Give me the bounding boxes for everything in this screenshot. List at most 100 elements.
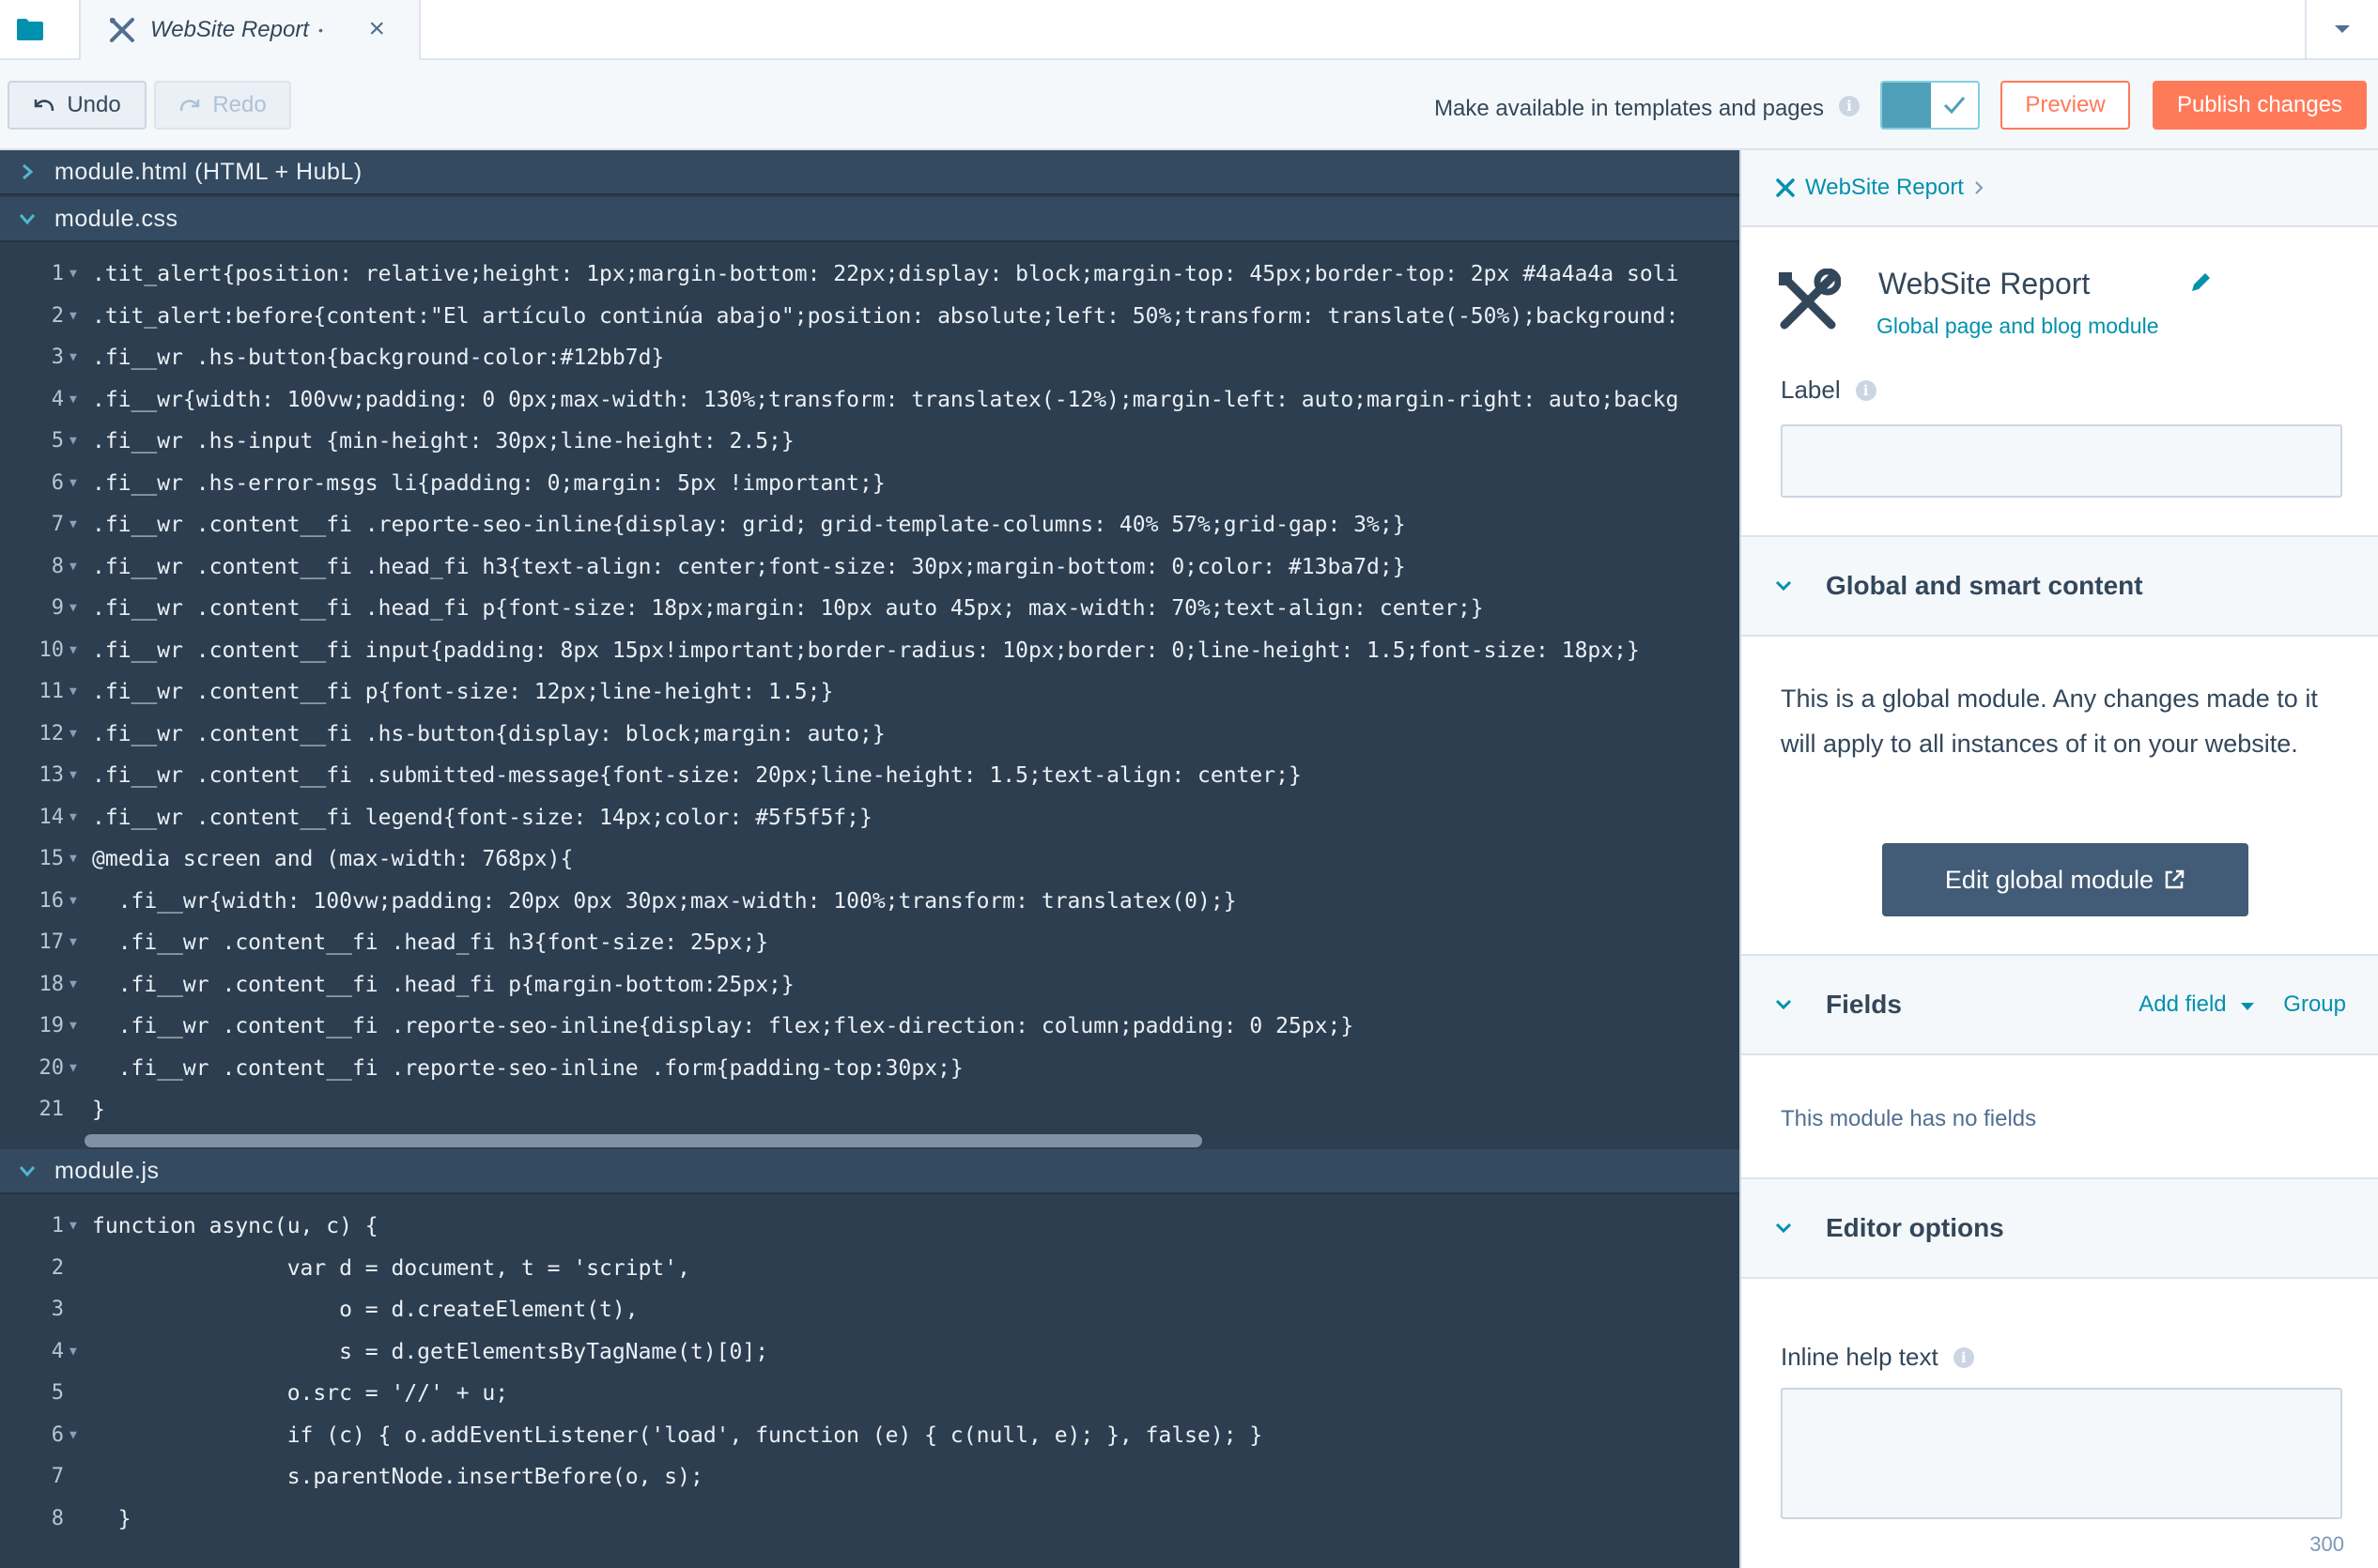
code-line: function async(u, c) { (92, 1214, 378, 1238)
line-number: 12 ▼ (0, 717, 85, 751)
line-number: 5 ▼ (0, 424, 85, 458)
redo-button[interactable]: Redo (154, 81, 291, 130)
js-code-area[interactable]: function async(u, c) { var d = document,… (85, 1200, 1739, 1568)
fold-arrow-icon[interactable]: ▼ (69, 675, 77, 709)
fold-arrow-icon[interactable]: ▼ (69, 717, 77, 751)
fold-arrow-icon[interactable]: ▼ (69, 383, 77, 417)
undo-button[interactable]: Undo (8, 81, 147, 130)
fold-arrow-icon[interactable]: ▼ (69, 884, 77, 918)
fold-arrow-icon[interactable]: ▼ (69, 424, 77, 458)
fold-arrow-icon[interactable]: ▼ (69, 1009, 77, 1043)
editor-options-section[interactable]: Editor options (1741, 1177, 2378, 1279)
fold-arrow-icon[interactable]: ▼ (69, 1419, 77, 1453)
fold-arrow-icon[interactable]: ▼ (69, 759, 77, 792)
code-line: o.src = '//' + u; (92, 1381, 509, 1406)
line-number: 6 ▼ (0, 1419, 85, 1453)
section-title: Fields (1826, 990, 1902, 1019)
fold-arrow-icon[interactable]: ▼ (69, 550, 77, 584)
code-line: .fi__wr{width: 100vw;padding: 20px 0px 3… (92, 888, 1237, 914)
code-line: .fi__wr .content__fi legend{font-size: 1… (92, 805, 872, 830)
inline-help-textarea[interactable] (1781, 1388, 2342, 1519)
edit-title-icon[interactable] (2188, 270, 2213, 300)
availability-toggle[interactable] (1880, 81, 1980, 130)
file-header-html[interactable]: module.html (HTML + HubL) (0, 150, 1739, 195)
module-title: WebSite Report (1878, 267, 2091, 300)
css-code-area[interactable]: .tit_alert{position: relative;height: 1p… (85, 248, 1739, 1149)
line-number: 8 (51, 1506, 64, 1530)
info-icon[interactable]: i (1855, 379, 1876, 401)
breadcrumb[interactable]: WebSite Report (1741, 150, 2378, 227)
code-line: .fi__wr .content__fi .reporte-seo-inline… (92, 513, 1406, 537)
line-number: 20 ▼ (0, 1052, 85, 1085)
code-line: var d = document, t = 'script', (92, 1255, 690, 1281)
line-number: 7 ▼ (0, 508, 85, 542)
character-count: 300 (2309, 1532, 2344, 1556)
fold-arrow-icon[interactable]: ▼ (69, 592, 77, 625)
file-header-css[interactable]: module.css (0, 197, 1739, 242)
external-link-icon (2165, 869, 2185, 889)
horizontal-scrollbar[interactable] (85, 1134, 1202, 1147)
fold-arrow-icon[interactable]: ▼ (69, 842, 77, 876)
code-line: .fi__wr .content__fi .head_fi h3{text-al… (92, 554, 1406, 579)
js-code-block[interactable]: 1 ▼ 2 3 4 ▼ 5 6 ▼ 7 8 function async(u, c) { var d… (0, 1200, 1739, 1568)
tab-title: WebSite Report (150, 17, 309, 42)
chevron-right-icon (0, 163, 54, 180)
fields-section[interactable]: Fields Add field Group (1741, 954, 2378, 1055)
section-title: Editor options (1826, 1213, 2004, 1242)
fold-arrow-icon[interactable]: ▼ (69, 801, 77, 835)
line-number: 13 ▼ (0, 759, 85, 792)
code-line: .fi__wr .hs-error-msgs li{padding: 0;mar… (92, 470, 886, 496)
no-fields-message: This module has no fields (1781, 1106, 2037, 1131)
fold-arrow-icon[interactable]: ▼ (69, 467, 77, 500)
caret-down-icon (2241, 1003, 2255, 1010)
add-field-label: Add field (2139, 992, 2227, 1017)
publish-changes-button[interactable]: Publish changes (2153, 81, 2367, 130)
fold-arrow-icon[interactable]: ▼ (69, 341, 77, 375)
file-header-js[interactable]: module.js (0, 1149, 1739, 1194)
fold-arrow-icon[interactable]: ▼ (69, 1209, 77, 1243)
code-line: .fi__wr .content__fi p{font-size: 12px;l… (92, 680, 834, 704)
fold-arrow-icon[interactable]: ▼ (69, 1052, 77, 1085)
file-browser-button[interactable] (0, 0, 60, 58)
close-tab-icon[interactable]: × (368, 13, 385, 45)
edit-global-module-button[interactable]: Edit global module (1882, 843, 2248, 916)
line-number: 4 ▼ (0, 1335, 85, 1369)
line-number: 14 ▼ (0, 801, 85, 835)
global-smart-content-section[interactable]: Global and smart content (1741, 535, 2378, 637)
fold-arrow-icon[interactable]: ▼ (69, 257, 77, 291)
line-number: 9 ▼ (0, 592, 85, 625)
file-name-html: module.html (HTML + HubL) (54, 158, 363, 185)
fold-arrow-icon[interactable]: ▼ (69, 1335, 77, 1369)
info-icon[interactable]: i (1839, 96, 1860, 116)
tools-icon (1779, 269, 1841, 330)
fold-arrow-icon[interactable]: ▼ (69, 926, 77, 960)
line-number: 8 ▼ (0, 550, 85, 584)
line-number: 21 (39, 1098, 65, 1121)
code-line: if (c) { o.addEventListener('load', func… (92, 1422, 1263, 1448)
info-icon[interactable]: i (1953, 1346, 1974, 1368)
code-line: s = d.getElementsByTagName(t)[0]; (92, 1339, 769, 1364)
fields-actions: Add field Group (2139, 992, 2346, 1018)
tab-website-report[interactable]: WebSite Report • × (79, 0, 421, 60)
line-number: 15 ▼ (0, 842, 85, 876)
css-line-gutter: 1 ▼ 2 ▼ 3 ▼ 4 ▼ 5 ▼ 6 ▼ 7 ▼ 8 ▼ 9 ▼ 10 ▼ 11 ▼ 12 ▼ 13 ▼ 14 ▼ 15 ▼ 16 ▼ 1… (0, 248, 85, 1149)
line-number: 5 (51, 1381, 64, 1405)
fold-arrow-icon[interactable]: ▼ (69, 300, 77, 333)
css-code-block[interactable]: 1 ▼ 2 ▼ 3 ▼ 4 ▼ 5 ▼ 6 ▼ 7 ▼ 8 ▼ 9 ▼ 10 ▼ 11 ▼ 12 ▼ 13 ▼ 14 ▼ 15 ▼ 16 ▼ 1… (0, 248, 1739, 1149)
line-number: 7 (51, 1465, 64, 1488)
add-field-dropdown[interactable]: Add field (2139, 992, 2255, 1018)
line-number: 19 ▼ (0, 1009, 85, 1043)
tab-menu-button[interactable] (2305, 0, 2378, 58)
preview-button[interactable]: Preview (2000, 81, 2130, 130)
code-line: .fi__wr .content__fi .head_fi p{font-siz… (92, 596, 1484, 621)
fold-arrow-icon[interactable]: ▼ (69, 968, 77, 1002)
toolbar: Undo Redo Make available in templates an… (0, 60, 2378, 150)
module-subtitle: Global page and blog module (1876, 314, 2159, 338)
fold-arrow-icon[interactable]: ▼ (69, 634, 77, 668)
label-field-label: Label i (1781, 376, 1876, 405)
label-input[interactable] (1781, 424, 2342, 498)
group-button[interactable]: Group (2283, 992, 2346, 1018)
line-number: 18 ▼ (0, 968, 85, 1002)
code-line: o = d.createElement(t), (92, 1298, 639, 1322)
fold-arrow-icon[interactable]: ▼ (69, 508, 77, 542)
